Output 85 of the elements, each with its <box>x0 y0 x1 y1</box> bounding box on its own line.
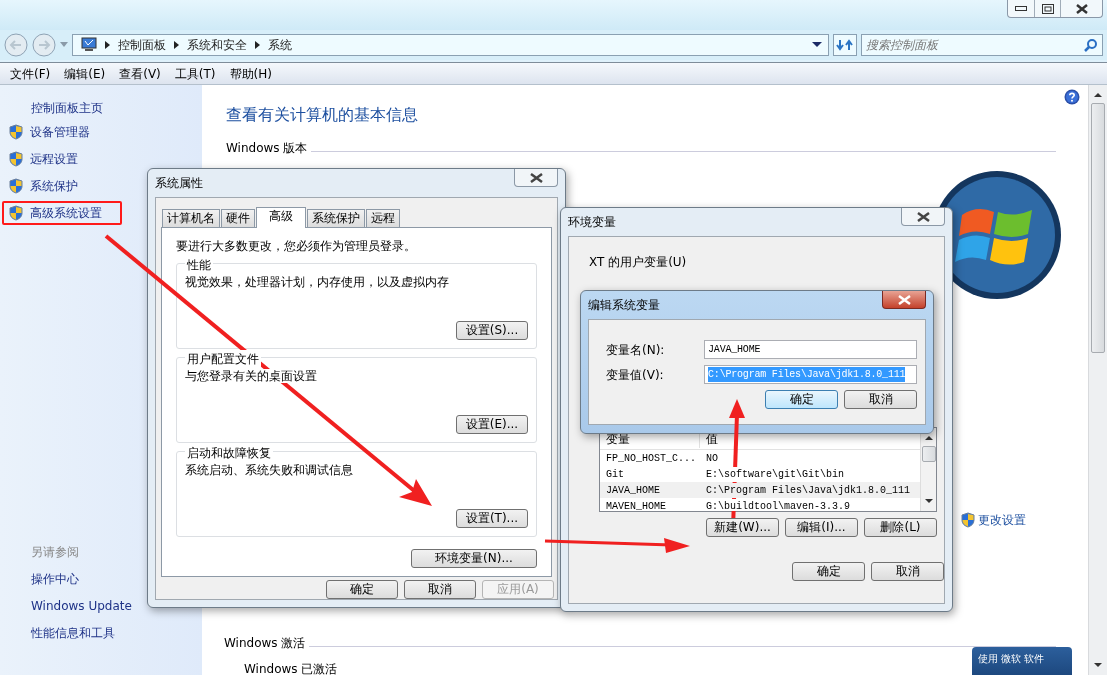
change-settings-link[interactable]: 更改设置 <box>978 511 1026 529</box>
dialog-button[interactable]: 确定 <box>792 562 865 581</box>
group-title: 性能 <box>185 256 213 274</box>
sidebar-link[interactable]: 性能信息和工具 <box>31 624 115 642</box>
sidebar-link[interactable]: 系统保护 <box>30 177 78 195</box>
shield-icon <box>8 151 24 167</box>
menu-item[interactable]: 工具(T) <box>174 64 216 83</box>
group-title: 启动和故障恢复 <box>185 444 273 462</box>
chevron-icon <box>255 41 260 49</box>
close-button[interactable] <box>514 169 558 187</box>
section-title: Windows 版本 <box>226 140 308 157</box>
scrollbar[interactable] <box>1088 85 1107 675</box>
group-description: 系统启动、系统失败和调试信息 <box>185 463 353 477</box>
dialog-button[interactable]: 确定 <box>326 580 398 599</box>
dialog-button[interactable]: 取消 <box>844 390 917 409</box>
list-row[interactable]: MAVEN_HOME G:\buildtool\maven-3.3.9 <box>600 498 920 511</box>
close-icon[interactable] <box>916 211 930 222</box>
sidebar-link[interactable]: Windows Update <box>31 597 132 615</box>
menu-item[interactable]: 帮助(H) <box>229 64 272 83</box>
sidebar-link[interactable]: 设备管理器 <box>30 123 90 141</box>
search-field[interactable]: 搜索控制面板 <box>861 34 1103 56</box>
sidebar-link[interactable]: 远程设置 <box>30 150 78 168</box>
list-action-button[interactable]: 删除(L) <box>864 518 937 537</box>
field-label: 变量名(N): <box>606 341 666 359</box>
breadcrumb-item[interactable]: 系统和安全 <box>187 36 247 54</box>
tab[interactable]: 计算机名 <box>162 209 220 227</box>
restore-icon[interactable] <box>1041 3 1054 14</box>
section-title: 另请参阅 <box>31 544 79 561</box>
list-action-button[interactable]: 新建(W)... <box>706 518 779 537</box>
close-button[interactable] <box>882 291 926 309</box>
dialog-button[interactable]: 取消 <box>871 562 944 581</box>
close-icon[interactable] <box>1075 3 1088 14</box>
section-title: Windows 激活 <box>224 635 306 652</box>
list-action-button[interactable]: 编辑(I)... <box>785 518 858 537</box>
dialog-button[interactable]: 确定 <box>765 390 838 409</box>
sidebar-link[interactable]: 控制面板主页 <box>31 99 103 117</box>
list-row[interactable]: JAVA_HOME C:\Program Files\Java\jdk1.8.0_111 <box>600 482 920 498</box>
chevron-icon <box>174 41 179 49</box>
dialog-title: 环境变量 <box>568 214 616 231</box>
dialog-title: 编辑系统变量 <box>588 297 660 314</box>
group-description: 与您登录有关的桌面设置 <box>185 369 317 383</box>
close-icon[interactable] <box>529 172 543 183</box>
search-icon <box>1084 38 1098 52</box>
group-title: XT 的用户变量(U) <box>589 255 687 269</box>
minimize-icon[interactable] <box>1015 5 1027 12</box>
tab[interactable]: 系统保护 <box>307 209 365 227</box>
chevron-icon <box>105 41 110 49</box>
menu-item[interactable]: 编辑(E) <box>64 64 106 83</box>
column-header[interactable]: 值 <box>700 429 718 448</box>
menu-item[interactable]: 查看(V) <box>119 64 161 83</box>
scrollbar[interactable] <box>920 428 936 511</box>
shield-icon <box>960 512 976 528</box>
text-field[interactable]: JAVA_HOME <box>704 340 917 359</box>
help-icon[interactable] <box>1064 88 1080 105</box>
tab[interactable]: 远程 <box>366 209 400 227</box>
breadcrumb-item[interactable]: 控制面板 <box>118 36 166 54</box>
shield-icon <box>8 205 24 221</box>
page-heading: 查看有关计算机的基本信息 <box>226 104 418 126</box>
computer-icon <box>79 37 97 53</box>
shield-icon <box>8 124 24 140</box>
dropdown-icon[interactable] <box>812 42 822 48</box>
breadcrumb-item[interactable]: 系统 <box>268 36 292 54</box>
menu-item[interactable]: 文件(F) <box>10 64 51 83</box>
refresh-button[interactable] <box>833 34 857 56</box>
badge-text: 使用 微软 软件 <box>978 653 1045 664</box>
dialog-button[interactable]: 取消 <box>404 580 476 599</box>
environment-variables-button[interactable]: 环境变量(N)... <box>411 549 537 568</box>
dialog-title: 系统属性 <box>155 175 203 192</box>
activation-status: Windows 已激活 <box>244 661 338 675</box>
list-row[interactable]: Git E:\software\git\Git\bin <box>600 466 920 482</box>
tab[interactable]: 高级 <box>256 207 306 228</box>
field-label: 变量值(V): <box>606 366 665 384</box>
tab[interactable]: 硬件 <box>221 209 255 227</box>
sidebar-link[interactable]: 高级系统设置 <box>30 204 102 222</box>
group-description: 视觉效果，处理器计划，内存使用，以及虚拟内存 <box>185 275 449 289</box>
close-button[interactable] <box>901 208 945 226</box>
sidebar-link[interactable]: 操作中心 <box>31 570 79 588</box>
address-field[interactable]: 控制面板 系统和安全 系统 <box>72 34 829 56</box>
settings-button[interactable]: 设置(T)... <box>456 509 528 528</box>
note-text: 要进行大多数更改，您必须作为管理员登录。 <box>176 238 417 255</box>
list-row[interactable]: FP_NO_HOST_C... NO <box>600 450 920 466</box>
shield-icon <box>8 178 24 194</box>
settings-button[interactable]: 设置(E)... <box>456 415 528 434</box>
group-title: 用户配置文件 <box>185 350 261 368</box>
settings-button[interactable]: 设置(S)... <box>456 321 528 340</box>
